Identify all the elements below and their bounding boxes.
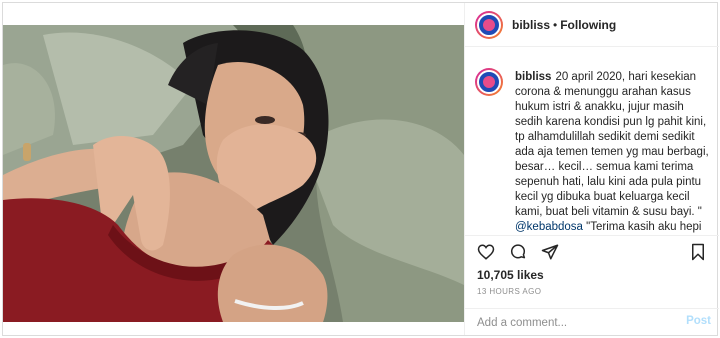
following-button[interactable]: Following bbox=[560, 18, 616, 32]
caption-username[interactable]: bibliss bbox=[515, 71, 551, 83]
comment-input[interactable] bbox=[477, 315, 667, 331]
post-timestamp[interactable]: 13 HOURS AGO bbox=[477, 287, 541, 296]
avatar[interactable] bbox=[475, 10, 503, 39]
post-side-panel: bibliss • Following bibliss 20 april 2020… bbox=[464, 3, 719, 335]
comment-bar: Post bbox=[465, 308, 719, 335]
post-comment-button[interactable]: Post bbox=[686, 315, 711, 327]
instagram-post: bibliss • Following bibliss 20 april 2020… bbox=[2, 2, 719, 336]
bookmark-icon[interactable] bbox=[689, 243, 707, 261]
caption-mention[interactable]: @kebabdosa bbox=[515, 221, 583, 233]
caption-body: 20 april 2020, hari kesekian corona & me… bbox=[515, 71, 709, 218]
post-photo[interactable] bbox=[3, 25, 464, 322]
likes-count[interactable]: 10,705 likes bbox=[477, 268, 544, 282]
heart-icon[interactable] bbox=[477, 243, 495, 261]
comment-icon[interactable] bbox=[509, 243, 527, 261]
post-header: bibliss • Following bbox=[465, 3, 719, 47]
caption-tail: "Terima kasih aku hepi bbox=[582, 221, 702, 233]
action-bar bbox=[465, 237, 719, 267]
caption-avatar[interactable] bbox=[475, 68, 503, 96]
share-icon[interactable] bbox=[541, 243, 559, 261]
caption-section: bibliss 20 april 2020, hari kesekian coro… bbox=[465, 48, 719, 236]
header-separator: • bbox=[553, 17, 558, 32]
caption-text: bibliss 20 april 2020, hari kesekian coro… bbox=[515, 70, 713, 235]
header-username[interactable]: bibliss bbox=[512, 18, 550, 32]
